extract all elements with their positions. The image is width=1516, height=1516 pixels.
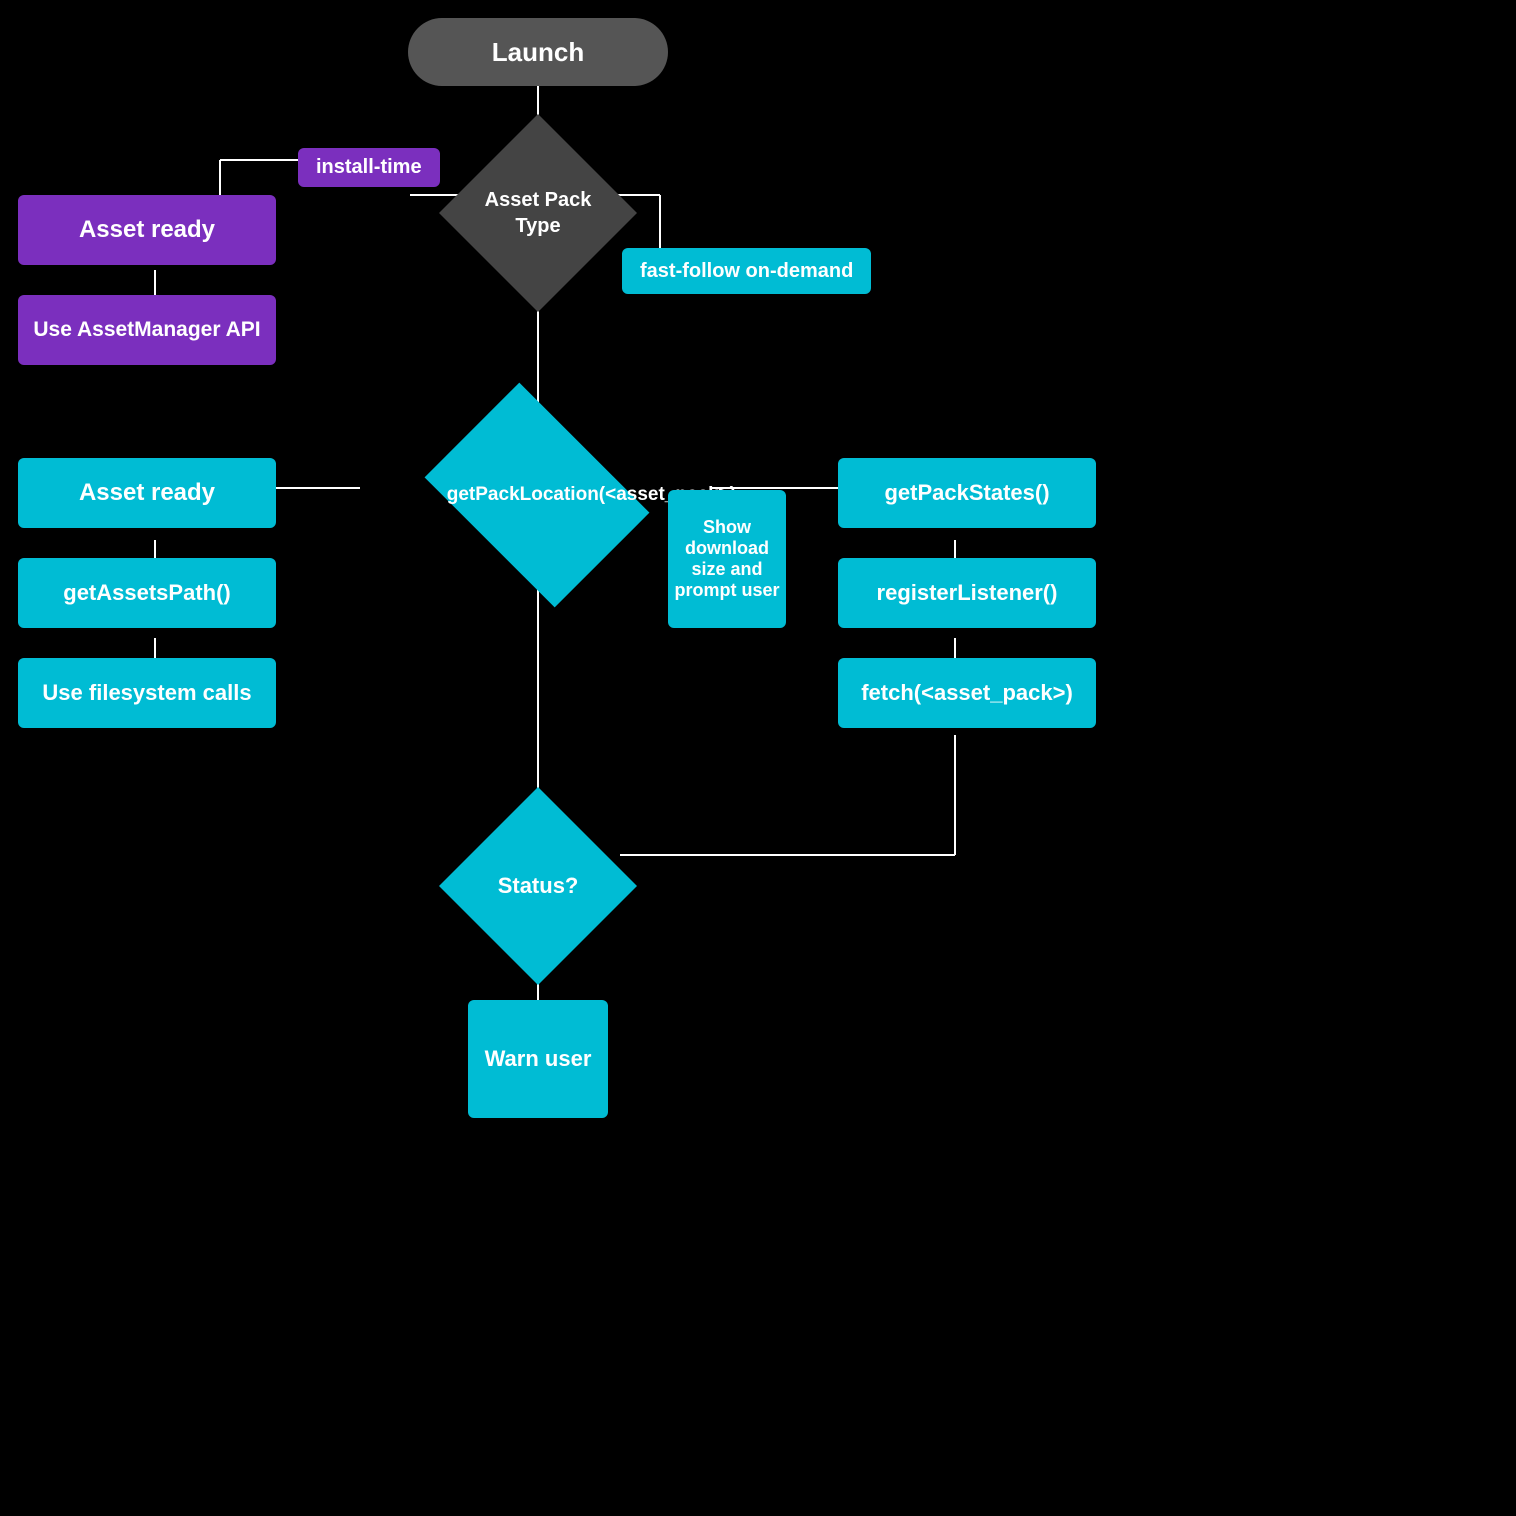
get-pack-location-diamond: getPackLocation(<asset_pack>) [354, 402, 720, 588]
warn-user-label: Warn user [485, 1046, 592, 1072]
warn-user-node: Warn user [468, 1000, 608, 1118]
asset-pack-type-label: Asset Pack Type [485, 189, 592, 237]
use-filesystem-label: Use filesystem calls [42, 680, 251, 706]
asset-ready-1-node: Asset ready [18, 195, 276, 265]
use-filesystem-node: Use filesystem calls [18, 658, 276, 728]
use-asset-manager-label: Use AssetManager API [33, 318, 260, 342]
fast-follow-badge: fast-follow on-demand [622, 248, 871, 294]
register-listener-label: registerListener() [877, 580, 1058, 606]
get-pack-states-label: getPackStates() [884, 480, 1049, 506]
status-diamond: Status? [440, 788, 636, 984]
launch-node: Launch [408, 18, 668, 86]
get-pack-states-node: getPackStates() [838, 458, 1096, 528]
get-assets-path-label: getAssetsPath() [63, 580, 230, 606]
asset-ready-2-label: Asset ready [79, 479, 215, 507]
install-time-badge: install-time [298, 148, 440, 187]
register-listener-node: registerListener() [838, 558, 1096, 628]
fetch-asset-pack-label: fetch(<asset_pack>) [861, 680, 1073, 706]
get-assets-path-node: getAssetsPath() [18, 558, 276, 628]
asset-ready-1-label: Asset ready [79, 216, 215, 244]
show-download-label: Show download size and prompt user [668, 517, 786, 601]
fetch-asset-pack-node: fetch(<asset_pack>) [838, 658, 1096, 728]
show-download-node: Show download size and prompt user [668, 490, 786, 628]
use-asset-manager-node: Use AssetManager API [18, 295, 276, 365]
fast-follow-label: fast-follow on-demand [640, 260, 853, 282]
asset-ready-2-node: Asset ready [18, 458, 276, 528]
status-label: Status? [498, 873, 579, 898]
launch-label: Launch [492, 37, 584, 68]
install-time-label: install-time [316, 156, 422, 178]
asset-pack-type-diamond: Asset Pack Type [440, 115, 636, 311]
